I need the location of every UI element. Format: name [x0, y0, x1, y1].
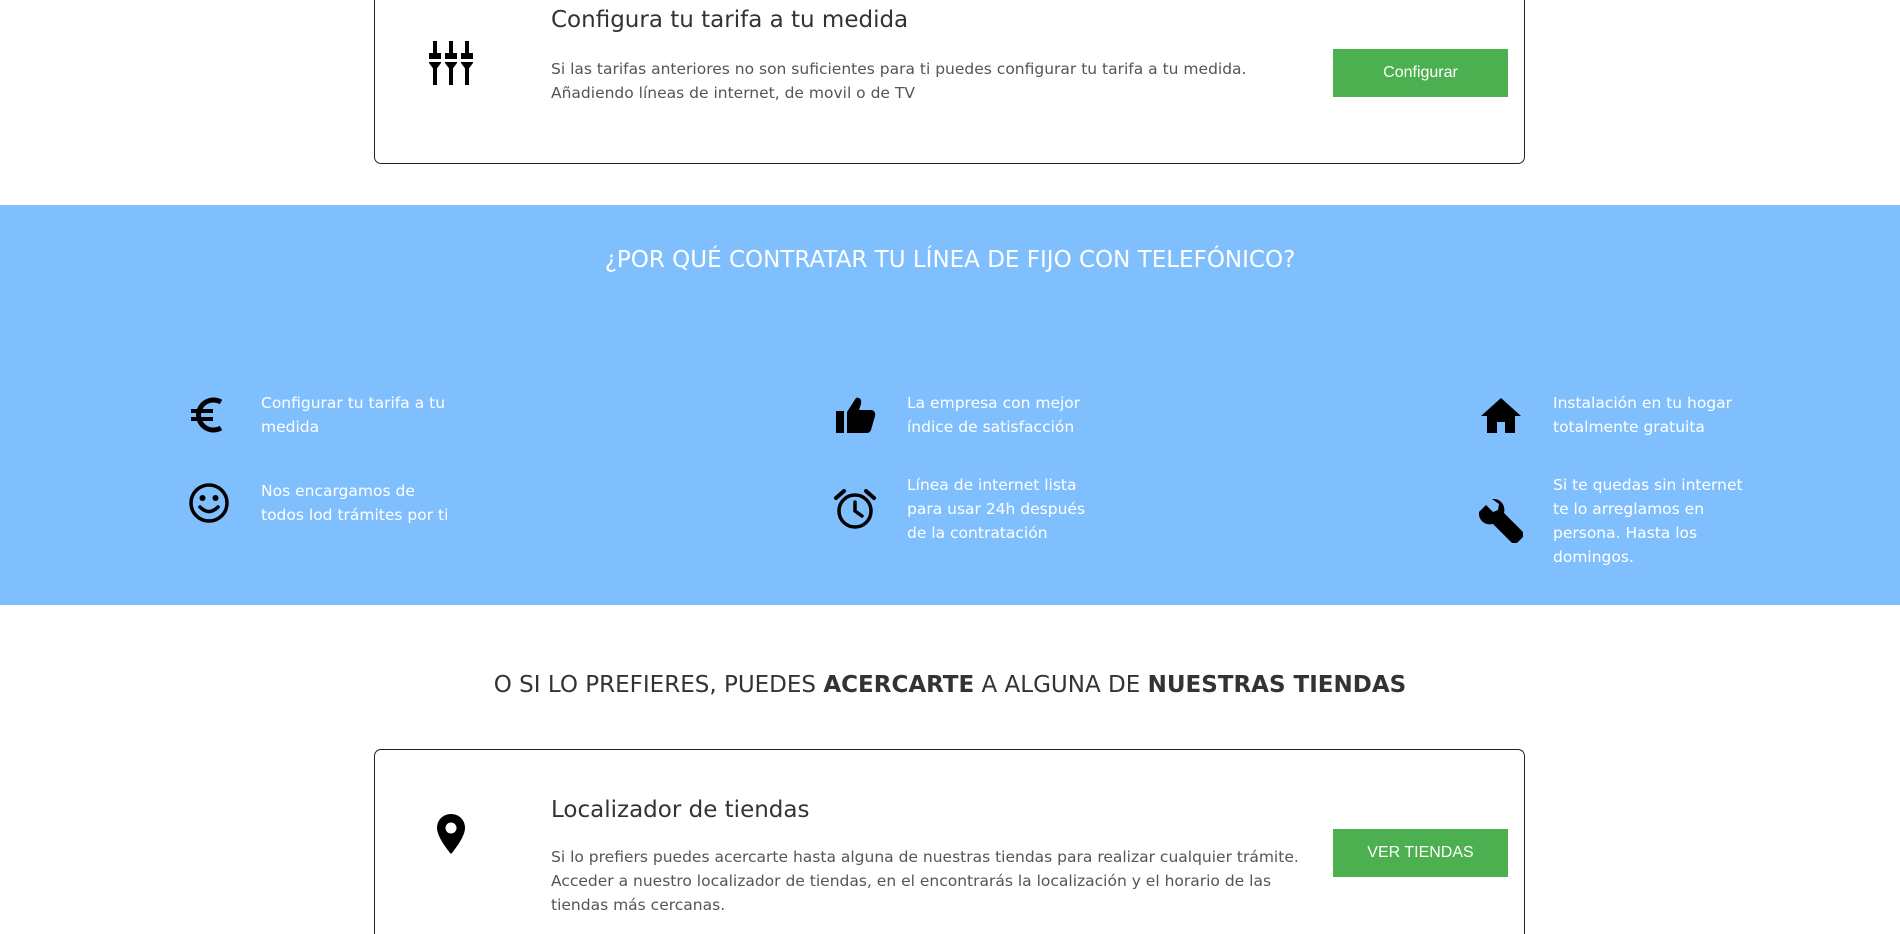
page: Configura tu tarifa a tu medida Si las t…	[0, 0, 1900, 934]
config-tariff-card: Configura tu tarifa a tu medida Si las t…	[374, 0, 1525, 164]
feature-item: Si te quedas sin internet te lo arreglam…	[1471, 473, 1753, 569]
thumbs-up-icon	[825, 385, 885, 445]
config-card-description: Si las tarifas anteriores no son suficie…	[551, 60, 1247, 102]
stores-heading-bold: NUESTRAS TIENDAS	[1147, 672, 1407, 698]
stores-heading-part: A ALGUNA DE	[974, 672, 1148, 698]
feature-text: Instalación en tu hogar totalmente gratu…	[1553, 394, 1733, 436]
feature-item: Configurar tu tarifa a tu medida	[179, 385, 461, 445]
store-locator-card: Localizador de tiendas Si lo prefiers pu…	[374, 749, 1525, 934]
smiley-icon	[179, 473, 239, 533]
wrench-icon	[1471, 491, 1531, 551]
alarm-clock-icon	[825, 479, 885, 539]
store-card-description: Si lo prefiers puedes acercarte hasta al…	[551, 848, 1299, 914]
stores-heading-bold: ACERCARTE	[823, 672, 975, 698]
feature-text: Configurar tu tarifa a tu medida	[261, 394, 446, 436]
why-section-title: ¿POR QUÉ CONTRATAR TU LÍNEA DE FIJO CON …	[604, 247, 1296, 273]
view-stores-button[interactable]: VER TIENDAS	[1333, 829, 1508, 877]
map-pin-icon	[401, 804, 501, 864]
feature-item: Línea de internet lista para usar 24h de…	[825, 473, 1107, 545]
configure-button[interactable]: Configurar	[1333, 49, 1508, 97]
feature-item: Instalación en tu hogar totalmente gratu…	[1471, 385, 1753, 445]
feature-text: La empresa con mejor índice de satisfacc…	[907, 394, 1081, 436]
euro-icon	[179, 385, 239, 445]
settings-sliders-icon	[401, 33, 501, 93]
stores-heading: O SI LO PREFIERES, PUEDES ACERCARTE A AL…	[0, 672, 1900, 698]
config-card-title: Configura tu tarifa a tu medida	[551, 7, 909, 33]
feature-text: Nos encargamos de todos lod trámites por…	[261, 482, 449, 524]
home-icon	[1471, 385, 1531, 445]
feature-text: Línea de internet lista para usar 24h de…	[907, 476, 1086, 542]
stores-heading-part: O SI LO PREFIERES, PUEDES	[493, 672, 824, 698]
feature-item: Nos encargamos de todos lod trámites por…	[179, 473, 461, 533]
why-section: ¿POR QUÉ CONTRATAR TU LÍNEA DE FIJO CON …	[0, 205, 1900, 605]
feature-text: Si te quedas sin internet te lo arreglam…	[1553, 476, 1743, 566]
store-card-title: Localizador de tiendas	[551, 797, 810, 823]
feature-item: La empresa con mejor índice de satisfacc…	[825, 385, 1107, 445]
